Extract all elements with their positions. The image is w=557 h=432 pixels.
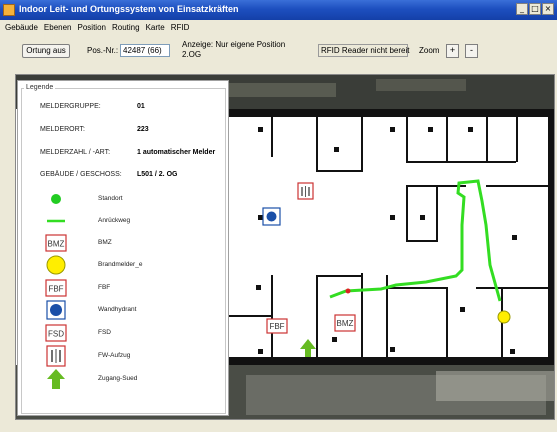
svg-text:FSD: FSD [48,330,64,339]
menu-position[interactable]: Position [75,23,109,32]
route-start-dot [345,288,351,294]
wandhydrant-legend-icon [46,300,66,320]
brandmelder-icon[interactable] [497,310,511,324]
legend-bmz-label: BMZ [98,239,112,246]
floor-value: 2.OG [182,50,202,59]
legend-title: Legende [24,84,56,91]
pos-label: Pos.-Nr.: [87,46,119,55]
zugang-icon [47,369,65,389]
melderzahl-label: MELDERZAHL / -ART: [40,149,111,156]
melderort-value: 223 [137,126,149,133]
zoom-out-button[interactable]: - [465,44,478,58]
menu-bar: Gebäude Ebenen Position Routing Karte RF… [0,20,557,35]
menu-ebenen[interactable]: Ebenen [41,23,75,32]
anzeige-label: Anzeige: Nur eigene Position [182,40,286,49]
melderzahl-value: 1 automatischer Melder [137,149,216,156]
status-bar [0,420,557,432]
svg-text:BMZ: BMZ [48,240,65,249]
zoom-label: Zoom [419,46,440,55]
close-icon[interactable]: × [542,3,554,15]
fsd-icon: FSD [45,324,67,342]
svg-text:FBF: FBF [48,285,63,294]
window-title: Indoor Leit- und Ortungssystem von Einsa… [19,4,239,14]
anrueckweg-icon [47,219,65,223]
gebaeude-label: GEBÄUDE / GESCHOSS: [40,171,122,178]
meldergruppe-value: 01 [137,103,145,110]
fw-aufzug-legend-icon [46,345,66,367]
fbf-icon: FBF [45,279,67,297]
rfid-status-field: RFID Reader nicht bereit [318,44,409,57]
legend-anrueckweg-label: Anrückweg [98,217,131,224]
bmz-marker-label: BMZ [337,319,354,328]
brandmelder-legend-icon [46,255,66,275]
legend-brandmelder-label: Brandmelder_e [98,261,143,268]
fbf-marker-label: FBF [269,322,284,331]
legend-zugang-label: Zugang-Sued [98,375,138,382]
zoom-in-button[interactable]: + [446,44,459,58]
melderort-label: MELDERORT: [40,126,85,133]
meldergruppe-label: MELDERGRUPPE: [40,103,101,110]
legend-fw-aufzug-label: FW-Aufzug [98,352,131,359]
legend-fsd-label: FSD [98,329,111,336]
gebaeude-value: L501 / 2. OG [137,171,178,178]
legend-standort-label: Standort [98,195,123,202]
menu-gebaeude[interactable]: Gebäude [2,23,41,32]
legend-wandhydrant-label: Wandhydrant [98,306,137,313]
minimize-icon[interactable]: _ [516,3,528,15]
menu-rfid[interactable]: RFID [168,23,193,32]
menu-karte[interactable]: Karte [143,23,168,32]
menu-routing[interactable]: Routing [109,23,143,32]
legend-panel: Legende MELDERGRUPPE: 01 MELDERORT: 223 … [17,80,229,416]
app-icon [3,4,15,16]
standort-icon [51,194,61,204]
ortung-button[interactable]: Ortung aus [22,44,70,58]
legend-fbf-label: FBF [98,284,111,291]
bmz-icon: BMZ [45,234,67,252]
maximize-icon[interactable]: □ [529,3,541,15]
title-bar: Indoor Leit- und Ortungssystem von Einsa… [0,0,557,20]
toolbar: Ortung aus Pos.-Nr.: 42487 (66) Anzeige:… [0,35,557,73]
pos-input[interactable]: 42487 (66) [120,44,170,57]
